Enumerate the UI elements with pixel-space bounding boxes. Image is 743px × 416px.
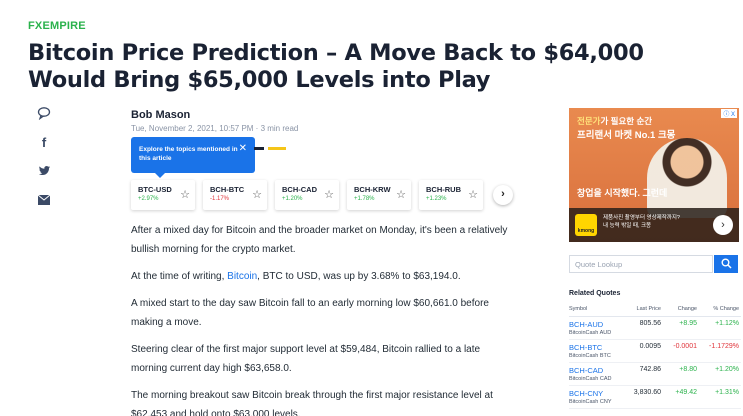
- related-quotes-title: Related Quotes: [569, 290, 621, 297]
- cell-symbol: BCH-CNY BitcoinCash CNY: [569, 385, 627, 409]
- fxempire-logo[interactable]: FXEMPIRE: [28, 20, 86, 32]
- related-quotes-table: Symbol Last Price Change % Change BCH-AU…: [569, 304, 741, 409]
- ad-arrow-icon[interactable]: ›: [713, 215, 733, 235]
- logo-empire: EMPIRE: [42, 20, 86, 32]
- bitcoin-link[interactable]: Bitcoin: [227, 271, 257, 282]
- cell-symbol: BCH-BTC BitcoinCash BTC: [569, 339, 627, 363]
- cell-last: 3,830.60: [627, 385, 663, 409]
- col-last-price: Last Price: [627, 304, 663, 317]
- cell-change: +8.80: [663, 362, 699, 386]
- cell-symbol: BCH-CAD BitcoinCash CAD: [569, 362, 627, 386]
- cell-symbol: BCH-AUD BitcoinCash AUD: [569, 316, 627, 340]
- cell-last: 742.86: [627, 362, 663, 386]
- star-icon[interactable]: ☆: [468, 188, 478, 201]
- quote-symbol-link[interactable]: BCH-CAD: [569, 366, 625, 375]
- ad-line-3: 창업을 시작했다. 그런데: [577, 188, 668, 198]
- table-row[interactable]: BCH-CNY BitcoinCash CNY 3,830.60 +49.42 +…: [569, 385, 741, 409]
- publish-meta: Tue, November 2, 2021, 10:57 PM · 3 min …: [131, 124, 298, 133]
- cell-pct: +1.12%: [699, 316, 741, 340]
- quote-symbol-link[interactable]: BCH-CNY: [569, 389, 625, 398]
- star-icon[interactable]: ☆: [180, 188, 190, 201]
- quote-symbol-link[interactable]: BCH-BTC: [569, 343, 625, 352]
- col-pct-change: % Change: [699, 304, 741, 317]
- cell-change: +49.42: [663, 385, 699, 409]
- ad-person-image: [647, 138, 727, 218]
- comment-icon[interactable]: [36, 106, 52, 122]
- paragraph: After a mixed day for Bitcoin and the br…: [131, 225, 508, 255]
- ad-line-1-rest: 가 필요한 순간: [600, 116, 653, 126]
- quote-name: BitcoinCash AUD: [569, 330, 612, 336]
- ad-line-4b: 내 능력 밖일 때, 크몽: [603, 223, 652, 229]
- quote-name: BitcoinCash CAD: [569, 376, 612, 382]
- ad-line-1: 전문가가 필요한 순간: [577, 115, 652, 127]
- article-headline: Bitcoin Price Prediction – A Move Back t…: [28, 40, 644, 93]
- ad-highlight: 전문가: [577, 116, 601, 126]
- decorative-dash-yellow: [268, 147, 286, 150]
- cell-last: 0.0095: [627, 339, 663, 363]
- search-icon: [721, 258, 732, 269]
- quote-lookup-input[interactable]: Quote Lookup: [569, 255, 713, 273]
- star-icon[interactable]: ☆: [252, 188, 262, 201]
- ticker-chip[interactable]: BCH-CAD +1.20% ☆: [275, 180, 339, 210]
- table-row[interactable]: BCH-CAD BitcoinCash CAD 742.86 +8.80 +1.2…: [569, 362, 741, 386]
- kmong-logo: kmong: [575, 214, 597, 236]
- paragraph-text: , BTC to USD, was up by 3.68% to $63,194…: [257, 271, 461, 282]
- facebook-icon[interactable]: f: [36, 135, 52, 151]
- logo-fx: FX: [28, 20, 43, 32]
- ticker-chips: BTC-USD +2.97% ☆ BCH-BTC -1.17% ☆ BCH-CA…: [131, 180, 521, 210]
- cell-last: 805.56: [627, 316, 663, 340]
- cell-pct: +1.20%: [699, 362, 741, 386]
- chevron-right-icon[interactable]: ›: [493, 185, 513, 205]
- paragraph: A mixed start to the day saw Bitcoin fal…: [131, 298, 489, 328]
- quote-name: BitcoinCash CNY: [569, 399, 612, 405]
- ticker-chip[interactable]: BCH-KRW +1.78% ☆: [347, 180, 411, 210]
- cell-change: -0.0001: [663, 339, 699, 363]
- ad-line-2: 프리랜서 마켓 No.1 크몽: [577, 130, 676, 141]
- ticker-chip[interactable]: BCH-RUB +1.23% ☆: [419, 180, 483, 210]
- star-icon[interactable]: ☆: [396, 188, 406, 201]
- paragraph: Steering clear of the first major suppor…: [131, 344, 481, 374]
- publish-date: Tue, November 2, 2021, 10:57 PM: [131, 124, 254, 133]
- cell-change: +8.95: [663, 316, 699, 340]
- tooltip-text: Explore the topics mentioned in this art…: [139, 146, 238, 162]
- twitter-icon[interactable]: [36, 164, 52, 180]
- tooltip-close-icon[interactable]: ✕: [239, 144, 247, 154]
- decorative-dash-dark: [254, 147, 264, 150]
- paragraph: At the time of writing, Bitcoin, BTC to …: [131, 267, 511, 286]
- ad-choices-icon[interactable]: ⓘ X: [721, 109, 737, 118]
- email-icon[interactable]: [36, 193, 52, 209]
- table-row[interactable]: BCH-AUD BitcoinCash AUD 805.56 +8.95 +1.1…: [569, 316, 741, 340]
- col-change: Change: [663, 304, 699, 317]
- quote-name: BitcoinCash BTC: [569, 353, 611, 359]
- search-button[interactable]: [714, 255, 738, 273]
- paragraph-text: At the time of writing,: [131, 271, 228, 282]
- star-icon[interactable]: ☆: [324, 188, 334, 201]
- table-header-row: Symbol Last Price Change % Change: [569, 304, 741, 317]
- quote-symbol-link[interactable]: BCH-AUD: [569, 320, 625, 329]
- article-body: After a mixed day for Bitcoin and the br…: [131, 221, 511, 416]
- topics-tooltip: Explore the topics mentioned in this art…: [131, 137, 255, 178]
- ad-line-4: 제품사진 촬영부터 영상제작까지? 내 능력 밖일 때, 크몽: [603, 214, 680, 230]
- share-bar: f: [36, 106, 54, 222]
- cell-pct: -1.1729%: [699, 339, 741, 363]
- ticker-chip[interactable]: BCH-BTC -1.17% ☆: [203, 180, 267, 210]
- ad-line-4a: 제품사진 촬영부터 영상제작까지?: [603, 215, 680, 221]
- paragraph: The morning breakout saw Bitcoin break t…: [131, 390, 493, 416]
- author-name[interactable]: Bob Mason: [131, 109, 190, 121]
- ticker-chip[interactable]: BTC-USD +2.97% ☆: [131, 180, 195, 210]
- table-row[interactable]: BCH-BTC BitcoinCash BTC 0.0095 -0.0001 -1…: [569, 339, 741, 363]
- cell-pct: +1.31%: [699, 385, 741, 409]
- advertisement[interactable]: 전문가가 필요한 순간 프리랜서 마켓 No.1 크몽 창업을 시작했다. 그런…: [569, 108, 739, 242]
- col-symbol: Symbol: [569, 304, 627, 317]
- read-time: 3 min read: [260, 124, 299, 133]
